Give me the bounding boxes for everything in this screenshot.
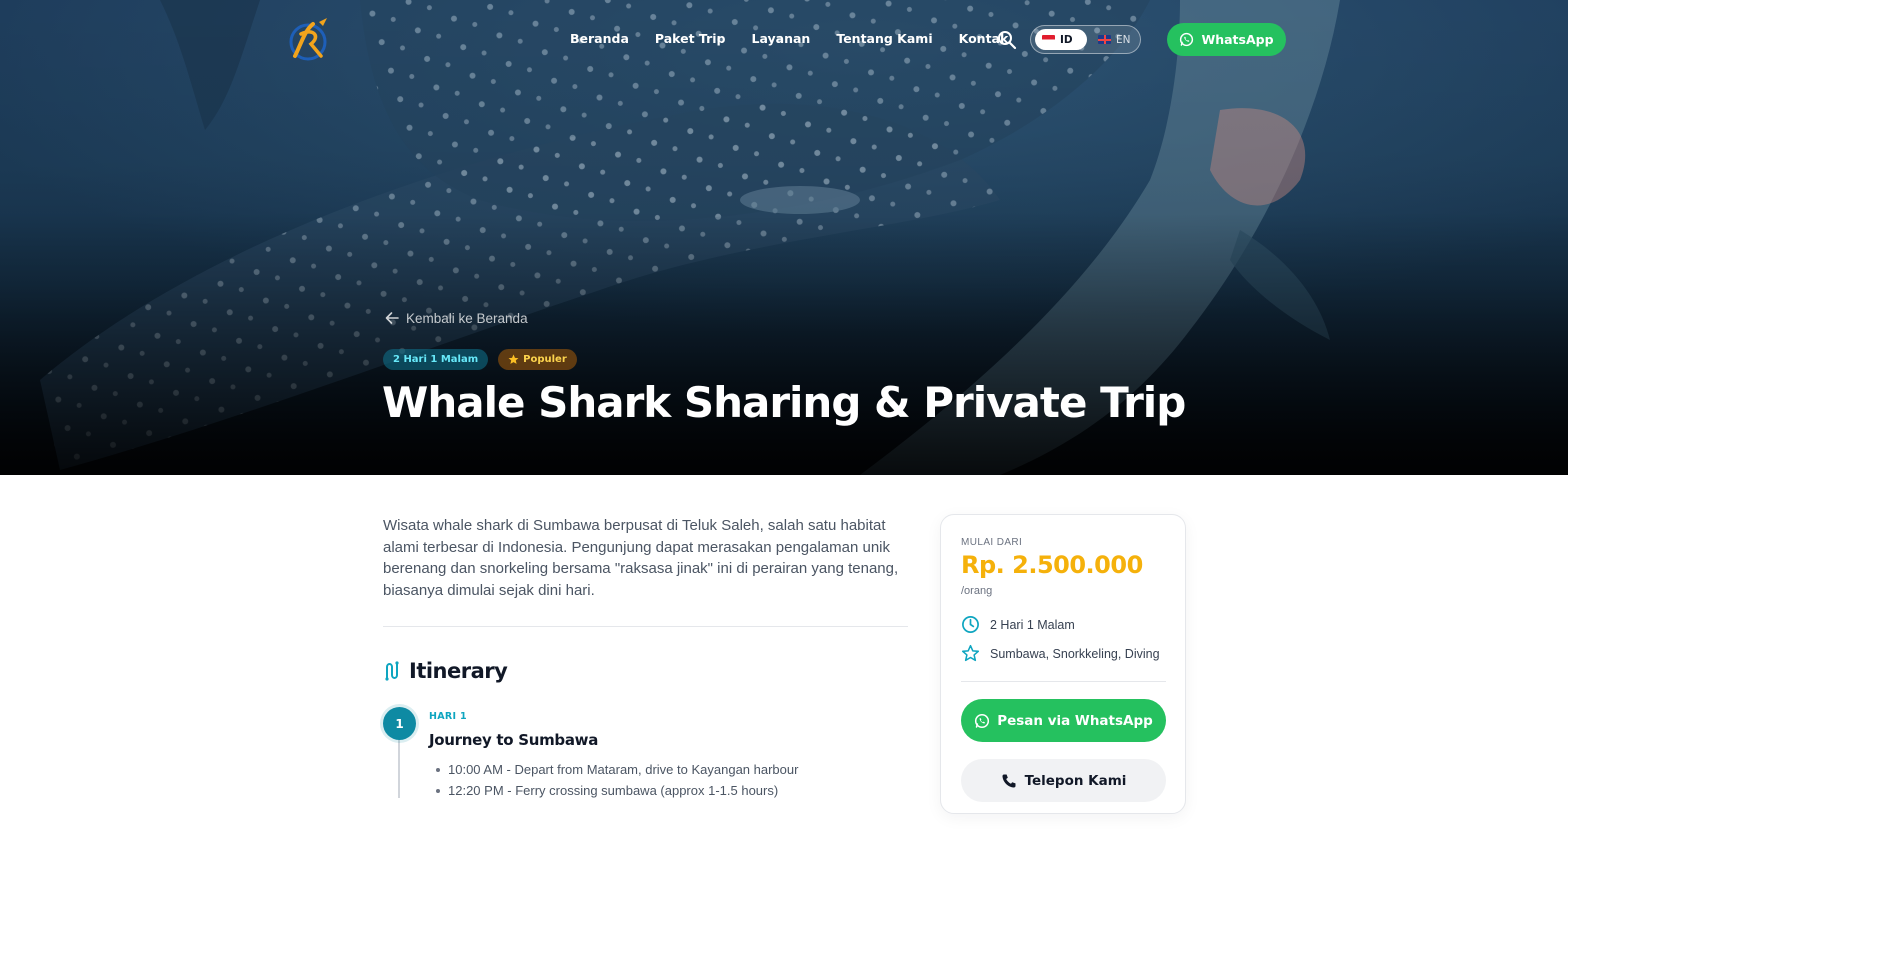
back-to-home-label: Kembali ke Beranda	[406, 310, 528, 326]
language-toggle: ID EN	[1030, 25, 1141, 54]
language-id-label: ID	[1060, 33, 1073, 46]
booking-card: MULAI DARI Rp. 2.500.000 /orang 2 Hari 1…	[940, 514, 1186, 814]
star-icon	[508, 354, 519, 364]
rj-logo-icon	[289, 18, 327, 61]
back-to-home-link[interactable]: Kembali ke Beranda	[384, 310, 528, 326]
clock-icon	[962, 616, 979, 633]
whatsapp-icon	[1180, 32, 1194, 47]
price-value: Rp. 2.500.000	[961, 551, 1143, 579]
itinerary-title: Itinerary	[409, 659, 508, 683]
trip-duration-row: 2 Hari 1 Malam	[961, 615, 1075, 634]
search-icon	[998, 31, 1017, 50]
card-divider	[961, 681, 1166, 682]
nav-link-layanan[interactable]: Layanan	[751, 29, 810, 49]
trip-tags-row: Sumbawa, Snorkkeling, Diving	[961, 644, 1160, 663]
uk-flag-icon	[1098, 35, 1111, 44]
trip-tags-text: Sumbawa, Snorkkeling, Diving	[990, 646, 1160, 661]
language-option-id[interactable]: ID	[1035, 29, 1087, 50]
trip-badges: 2 Hari 1 Malam Populer	[383, 349, 577, 370]
list-item: 12:20 PM - Ferry crossing sumbawa (appro…	[435, 780, 798, 801]
call-us-label: Telepon Kami	[1024, 772, 1127, 789]
timeline-line	[398, 738, 400, 798]
duration-badge: 2 Hari 1 Malam	[383, 349, 489, 370]
star-icon	[961, 644, 980, 662]
trip-duration-text: 2 Hari 1 Malam	[990, 617, 1075, 632]
day-number-badge: 1	[383, 707, 416, 740]
hero-section: Beranda Paket Trip Layanan Tentang Kami …	[0, 0, 1568, 475]
price-unit: /orang	[961, 585, 993, 597]
nav-link-paket-trip[interactable]: Paket Trip	[655, 29, 726, 49]
route-icon	[385, 661, 399, 681]
popular-badge: Populer	[498, 349, 577, 370]
phone-icon	[1002, 774, 1016, 788]
top-navbar: Beranda Paket Trip Layanan Tentang Kami …	[0, 0, 1568, 80]
call-us-button[interactable]: Telepon Kami	[961, 759, 1166, 802]
trip-description: Wisata whale shark di Sumbawa berpusat d…	[383, 517, 899, 599]
list-item: 10:00 AM - Depart from Mataram, drive to…	[435, 759, 798, 780]
page-title: Whale Shark Sharing & Private Trip	[382, 378, 1186, 427]
price-label: MULAI DARI	[961, 537, 1023, 548]
nav-link-beranda[interactable]: Beranda	[570, 29, 629, 49]
book-via-whatsapp-label: Pesan via WhatsApp	[997, 712, 1153, 729]
book-via-whatsapp-button[interactable]: Pesan via WhatsApp	[961, 699, 1166, 742]
arrow-left-icon	[385, 312, 399, 324]
language-en-label: EN	[1116, 33, 1131, 46]
itinerary-header: Itinerary	[383, 659, 508, 683]
day-activity-list: 10:00 AM - Depart from Mataram, drive to…	[435, 759, 798, 801]
nav-links: Beranda Paket Trip Layanan Tentang Kami …	[570, 29, 1034, 49]
day-title: Journey to Sumbawa	[429, 731, 599, 749]
indonesia-flag-icon	[1042, 35, 1055, 44]
whatsapp-icon	[975, 713, 990, 728]
nav-link-tentang-kami[interactable]: Tentang Kami	[836, 29, 932, 49]
whatsapp-nav-label: WhatsApp	[1201, 32, 1274, 47]
popular-badge-label: Populer	[523, 354, 567, 365]
whatsapp-nav-button[interactable]: WhatsApp	[1167, 23, 1286, 56]
brand-logo[interactable]	[283, 16, 335, 64]
language-option-en[interactable]: EN	[1091, 29, 1139, 50]
day-label: HARI 1	[429, 711, 467, 722]
content-divider	[383, 626, 908, 627]
search-button[interactable]	[996, 29, 1018, 51]
